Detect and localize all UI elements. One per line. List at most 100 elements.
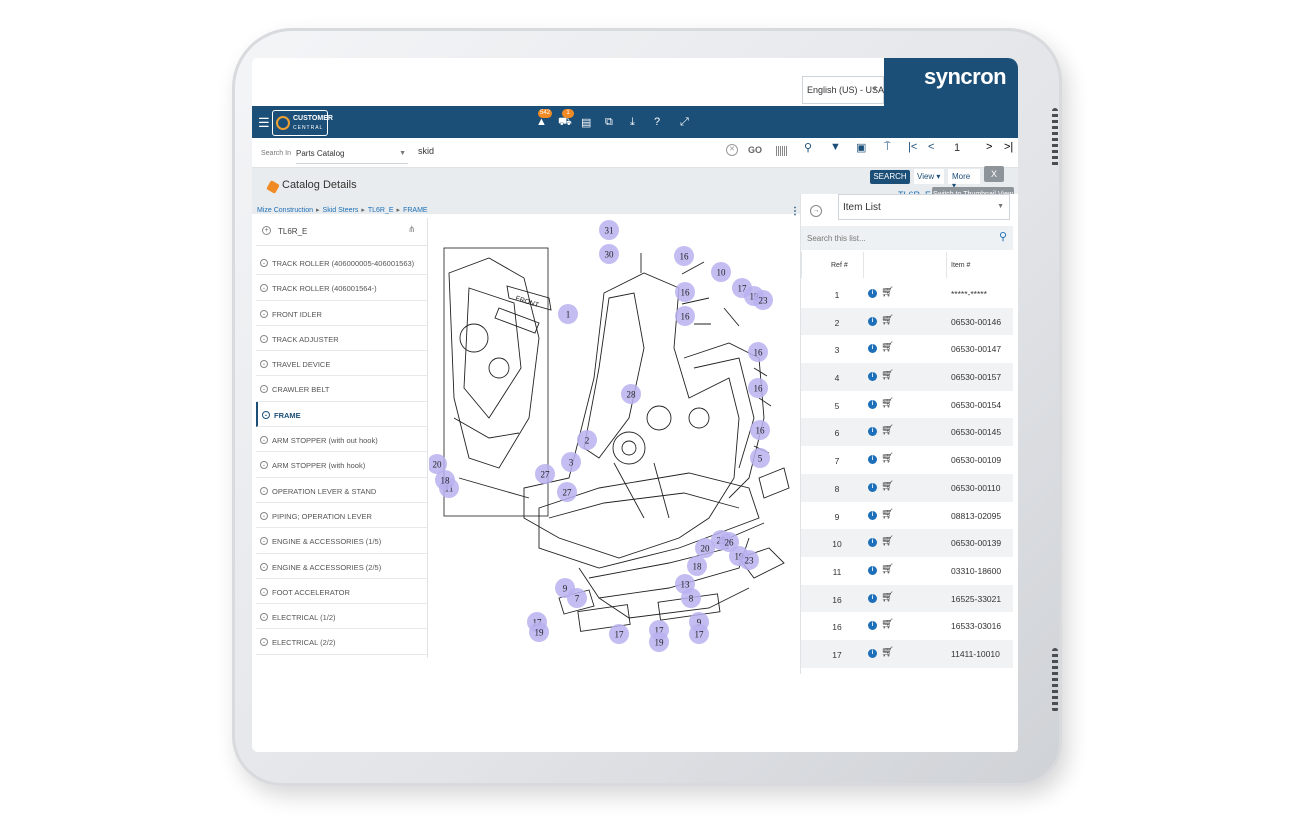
table-row[interactable]: 16 i 🛒︎ 16525-33021: [801, 584, 1013, 613]
tree-item[interactable]: ⌄ TRACK ROLLER (406001564-): [256, 275, 427, 301]
copy-icon[interactable]: ⧉: [605, 116, 613, 129]
info-icon[interactable]: i: [868, 427, 877, 437]
menu-icon[interactable]: ☰: [258, 115, 270, 131]
add-to-cart-icon[interactable]: 🛒︎: [881, 536, 894, 547]
tree-item[interactable]: ⌄ CRAWLER BELT: [256, 376, 427, 402]
prev-page-icon[interactable]: <: [928, 141, 934, 153]
info-icon[interactable]: i: [868, 289, 877, 298]
breadcrumb-item[interactable]: FRAME: [403, 207, 428, 214]
collapse-panel-icon[interactable]: →: [810, 205, 822, 217]
add-to-cart-icon[interactable]: 🛒︎: [881, 370, 894, 381]
barcode-icon[interactable]: [776, 146, 788, 156]
info-icon[interactable]: i: [868, 455, 877, 465]
item-number[interactable]: 11411-10010: [951, 649, 1000, 659]
tree-root[interactable]: + TL6R_E ⋔: [256, 218, 427, 246]
pin-icon[interactable]: ⍑: [884, 141, 891, 154]
catalog-select[interactable]: Parts Catalog ▼: [296, 144, 408, 164]
add-to-cart-icon[interactable]: 🛒︎: [881, 425, 894, 436]
chevron-icon[interactable]: ⌄: [260, 613, 268, 622]
item-number[interactable]: 03310-18600: [951, 566, 1001, 576]
more-options-icon[interactable]: ⋮: [790, 206, 800, 217]
cart-icon[interactable]: ⛟ 1: [558, 109, 574, 130]
chevron-icon[interactable]: ⌄: [260, 461, 268, 470]
tree-item[interactable]: ⌄ TRAVEL DEVICE: [256, 351, 427, 377]
item-list-select[interactable]: Item List ▼: [838, 194, 1010, 220]
table-row[interactable]: 2 i 🛒︎ 06530-00146: [801, 307, 1013, 336]
item-number[interactable]: 06530-00110: [951, 483, 1000, 493]
search-button[interactable]: SEARCH: [870, 170, 910, 184]
page-number[interactable]: 1: [954, 142, 960, 154]
table-row[interactable]: 5 i 🛒︎ 06530-00154: [801, 391, 1013, 419]
info-icon[interactable]: i: [868, 316, 877, 326]
zoom-icon[interactable]: ⚲: [804, 141, 812, 154]
tree-item[interactable]: ⌄ FRONT IDLER: [256, 301, 427, 326]
tree-item[interactable]: ⌄ ARM STOPPER (with out hook): [256, 427, 427, 453]
table-row[interactable]: 11 i 🛒︎ 03310-18600: [801, 557, 1013, 585]
clear-icon[interactable]: ✕: [726, 144, 738, 156]
info-icon[interactable]: i: [868, 593, 877, 603]
tree-item[interactable]: ⌄ FOOT ACCELERATOR: [256, 579, 427, 605]
item-number[interactable]: *****-*****: [951, 289, 987, 299]
chevron-icon[interactable]: ⌄: [260, 587, 268, 596]
column-header-item[interactable]: Item #: [951, 262, 970, 269]
language-select[interactable]: English (US) - USA ▼: [802, 76, 884, 104]
first-page-icon[interactable]: |<: [908, 141, 917, 153]
search-input[interactable]: skid: [416, 142, 726, 162]
table-row[interactable]: 1 i 🛒︎ *****-*****: [801, 280, 1013, 308]
download-icon[interactable]: ⤓: [630, 116, 635, 129]
help-icon[interactable]: ?: [654, 116, 660, 128]
item-number[interactable]: 08813-02095: [951, 511, 1001, 521]
add-to-cart-icon[interactable]: 🛒︎: [881, 592, 894, 603]
tree-item[interactable]: ⌄ OPERATION LEVER & STAND: [256, 478, 427, 503]
table-row[interactable]: 6 i 🛒︎ 06530-00145: [801, 418, 1013, 447]
table-row[interactable]: 8 i 🛒︎ 06530-00110: [801, 473, 1013, 502]
tree-item[interactable]: ⌄ FRAME: [256, 401, 427, 428]
save-icon[interactable]: ▣: [856, 141, 866, 154]
expand-icon[interactable]: ⤢: [680, 116, 689, 129]
add-to-cart-icon[interactable]: 🛒︎: [881, 481, 894, 492]
info-icon[interactable]: i: [868, 482, 877, 492]
close-button[interactable]: X: [984, 166, 1004, 182]
expand-icon[interactable]: +: [262, 226, 271, 235]
document-icon[interactable]: ▤: [581, 116, 591, 129]
add-to-cart-icon[interactable]: 🛒︎: [881, 287, 894, 298]
next-page-icon[interactable]: >: [986, 141, 992, 153]
tree-item[interactable]: ⌄ PIPING; OPERATION LEVER: [256, 503, 427, 529]
add-to-cart-icon[interactable]: 🛒︎: [881, 647, 894, 658]
breadcrumb-item[interactable]: Skid Steers: [323, 207, 359, 214]
table-row[interactable]: 4 i 🛒︎ 06530-00157: [801, 363, 1013, 391]
tree-item[interactable]: ⌄ TRACK ROLLER (406000005-406001563): [256, 250, 427, 276]
tree-item[interactable]: ⌄ ENGINE & ACCESSORIES (1/5): [256, 528, 427, 554]
chevron-icon[interactable]: ⌄: [260, 360, 268, 369]
notifications-bell-icon[interactable]: ▲ 542: [536, 109, 553, 128]
chevron-icon[interactable]: ⌄: [260, 486, 268, 495]
table-row[interactable]: 17 i 🛒︎ 11411-10010: [801, 639, 1013, 668]
chevron-icon[interactable]: ⌄: [260, 284, 268, 293]
table-row[interactable]: 9 i 🛒︎ 08813-02095: [801, 502, 1013, 530]
breadcrumb-item[interactable]: TL6R_E: [368, 207, 394, 214]
tree-item[interactable]: ⌄ ARM STOPPER (with hook): [256, 452, 427, 478]
chevron-icon[interactable]: ⌄: [260, 334, 268, 343]
item-number[interactable]: 06530-00139: [951, 538, 1001, 548]
tree-item[interactable]: ⌄ ELECTRICAL (1/2): [256, 604, 427, 630]
info-icon[interactable]: i: [868, 372, 877, 382]
add-to-cart-icon[interactable]: 🛒︎: [881, 564, 894, 575]
item-number[interactable]: 16525-33021: [951, 594, 1001, 604]
chevron-icon[interactable]: ⌄: [262, 410, 270, 419]
parts-diagram[interactable]: FRONT 3130161017192311616161628162527327…: [429, 218, 799, 658]
add-to-cart-icon[interactable]: 🛒︎: [881, 453, 894, 464]
chevron-icon[interactable]: ⌄: [260, 638, 268, 647]
table-row[interactable]: 10 i 🛒︎ 06530-00139: [801, 529, 1013, 557]
more-dropdown[interactable]: More ▾: [948, 169, 980, 190]
last-page-icon[interactable]: >|: [1004, 141, 1013, 153]
table-row[interactable]: 16 i 🛒︎ 16533-03016: [801, 612, 1013, 640]
diagram-canvas[interactable]: FRONT 3130161017192311616161628162527327…: [429, 218, 799, 658]
add-to-cart-icon[interactable]: 🛒︎: [881, 509, 894, 520]
chevron-icon[interactable]: ⌄: [260, 511, 268, 520]
info-icon[interactable]: i: [868, 510, 877, 520]
info-icon[interactable]: i: [868, 648, 877, 658]
chevron-icon[interactable]: ⌄: [260, 259, 268, 267]
item-number[interactable]: 16533-03016: [951, 621, 1001, 631]
add-to-cart-icon[interactable]: 🛒︎: [881, 342, 894, 353]
view-dropdown[interactable]: View ▾: [914, 169, 944, 184]
